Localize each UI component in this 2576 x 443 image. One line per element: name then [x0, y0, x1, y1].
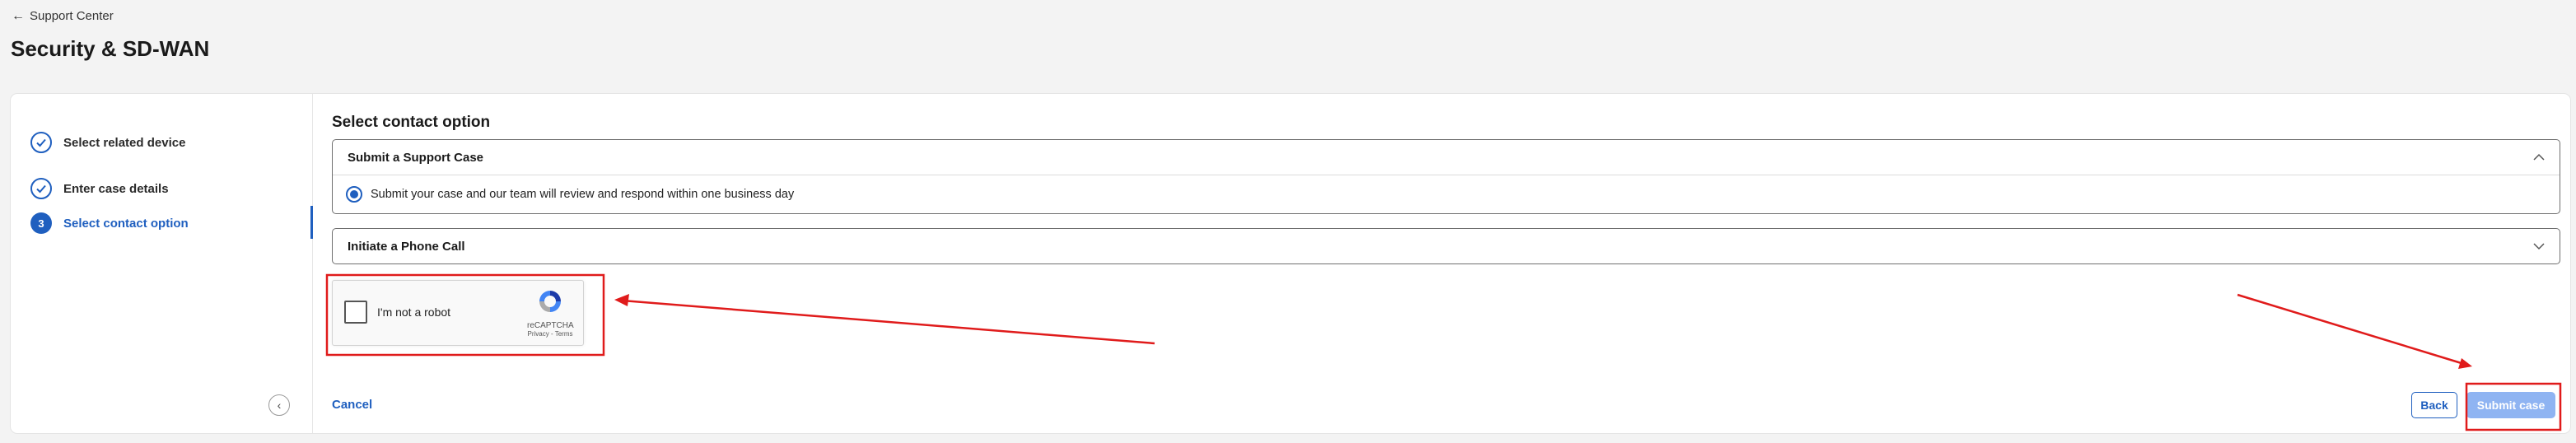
arrow-left-icon: ← [12, 8, 25, 23]
back-to-support-center-link[interactable]: ← Support Center [12, 9, 114, 23]
wizard-steps-sidebar: Select related device Enter case details… [11, 94, 313, 433]
recaptcha-widget: I'm not a robot reCAPTCHA Privacy - Term… [332, 280, 584, 346]
recaptcha-logo: reCAPTCHA Privacy - Terms [527, 287, 574, 340]
option-title: Submit a Support Case [348, 150, 484, 165]
radio-button-selected[interactable] [346, 186, 362, 203]
chevron-left-icon: ‹ [277, 399, 282, 412]
step-enter-case-details[interactable]: Enter case details [30, 178, 169, 199]
collapse-sidebar-button[interactable]: ‹ [268, 394, 290, 416]
recaptcha-label: I'm not a robot [377, 305, 451, 319]
chevron-down-icon [2533, 240, 2545, 253]
recaptcha-brand: reCAPTCHA [527, 321, 574, 330]
accordion-header[interactable]: Submit a Support Case [333, 140, 2560, 175]
submit-case-button[interactable]: Submit case [2466, 392, 2555, 418]
option-initiate-phone-call: Initiate a Phone Call [332, 228, 2560, 264]
recaptcha-terms-link[interactable]: Privacy - Terms [527, 330, 573, 338]
section-title: Select contact option [332, 114, 491, 131]
step-label: Select related device [63, 135, 186, 150]
step-label: Select contact option [63, 216, 189, 231]
recaptcha-icon [539, 291, 561, 312]
option-radio-row[interactable]: Submit your case and our team will revie… [333, 175, 2560, 213]
back-button[interactable]: Back [2411, 392, 2457, 418]
option-description: Submit your case and our team will revie… [371, 188, 795, 201]
step-select-contact-option[interactable]: 3 Select contact option [30, 212, 189, 234]
chevron-up-icon [2533, 151, 2545, 164]
step-complete-check-icon [30, 132, 52, 153]
contact-option-panel: Select contact option Submit a Support C… [332, 94, 2564, 433]
step-number-badge: 3 [30, 212, 52, 234]
cancel-button[interactable]: Cancel [332, 398, 372, 412]
option-submit-support-case: Submit a Support Case Submit your case a… [332, 139, 2560, 214]
step-label: Enter case details [63, 181, 169, 196]
step-select-related-device[interactable]: Select related device [30, 132, 185, 153]
back-link-label: Support Center [30, 9, 114, 23]
active-step-indicator [310, 206, 313, 239]
accordion-header[interactable]: Initiate a Phone Call [333, 229, 2560, 263]
step-complete-check-icon [30, 178, 52, 199]
case-wizard-card: Select related device Enter case details… [11, 94, 2570, 433]
recaptcha-checkbox[interactable] [344, 301, 367, 324]
option-title: Initiate a Phone Call [348, 239, 465, 254]
page-title: Security & SD-WAN [11, 36, 210, 61]
